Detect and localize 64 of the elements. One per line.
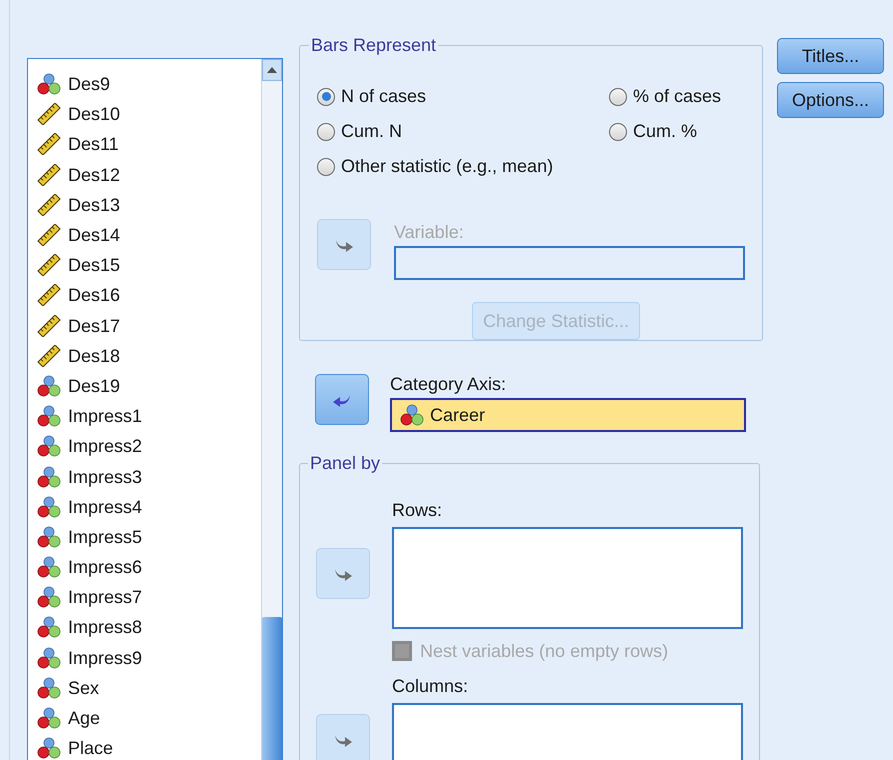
variable-item[interactable]: Impress9 bbox=[37, 642, 261, 673]
variable-field[interactable] bbox=[394, 246, 745, 280]
variable-item[interactable]: Impress2 bbox=[37, 431, 261, 462]
variable-item[interactable]: Des18 bbox=[37, 340, 261, 371]
radio-label: Cum. % bbox=[633, 120, 698, 143]
scrollbar-thumb[interactable] bbox=[262, 617, 282, 760]
variable-item[interactable]: Des10 bbox=[37, 99, 261, 130]
variable-item[interactable]: Des16 bbox=[37, 280, 261, 310]
radio-label: N of cases bbox=[341, 85, 426, 108]
variable-item[interactable]: Impress3 bbox=[37, 461, 261, 492]
scrollbar[interactable] bbox=[261, 59, 282, 760]
variable-item[interactable]: Des15 bbox=[37, 250, 261, 280]
variable-item[interactable]: Sex bbox=[37, 672, 261, 703]
category-axis-field[interactable]: Career bbox=[390, 398, 746, 432]
radio-label: Other statistic (e.g., mean) bbox=[341, 155, 554, 178]
variable-item[interactable]: Place bbox=[37, 733, 261, 760]
rows-field[interactable] bbox=[392, 527, 743, 629]
variable-item[interactable]: Age bbox=[37, 702, 261, 734]
variable-item[interactable]: Des11 bbox=[37, 129, 261, 160]
variable-item[interactable]: Impress8 bbox=[37, 612, 261, 643]
nominal-variable-icon bbox=[37, 586, 61, 608]
nominal-variable-icon bbox=[37, 435, 61, 458]
nominal-variable-icon bbox=[37, 737, 61, 760]
nominal-variable-icon bbox=[37, 676, 61, 699]
variable-item[interactable]: Des19 bbox=[37, 370, 261, 402]
variable-item[interactable]: Des14 bbox=[37, 220, 261, 250]
variable-item[interactable]: Impress4 bbox=[37, 492, 261, 522]
nominal-variable-icon bbox=[37, 707, 61, 730]
variable-item[interactable]: Des12 bbox=[37, 160, 261, 190]
nominal-variable-icon bbox=[37, 496, 61, 518]
nominal-variable-icon bbox=[37, 73, 61, 96]
radio-label: Cum. N bbox=[341, 120, 402, 143]
radio-button[interactable] bbox=[609, 122, 627, 140]
radio-button[interactable] bbox=[317, 88, 335, 106]
dialog-button[interactable]: Options... bbox=[777, 82, 884, 118]
nominal-variable-icon bbox=[37, 405, 61, 428]
move-button[interactable] bbox=[315, 374, 369, 425]
up-arrow-icon bbox=[267, 67, 277, 73]
radio-button[interactable] bbox=[317, 122, 335, 140]
dialog-button[interactable]: Titles... bbox=[777, 38, 884, 74]
variable-item[interactable]: Des9 bbox=[37, 69, 261, 100]
category-axis-label: Category Axis: bbox=[390, 373, 508, 396]
nominal-variable-icon bbox=[37, 374, 61, 397]
nominal-variable-icon bbox=[400, 404, 424, 426]
group-title: Panel by bbox=[309, 452, 382, 475]
radio-label: % of cases bbox=[633, 85, 722, 108]
rows-label: Rows: bbox=[392, 499, 444, 522]
nominal-variable-icon bbox=[37, 556, 61, 578]
nominal-variable-icon bbox=[37, 646, 61, 669]
nominal-variable-icon bbox=[37, 526, 61, 548]
radio-button[interactable] bbox=[609, 88, 627, 106]
group-title: Bars Represent bbox=[310, 34, 438, 57]
variable-item[interactable]: Des13 bbox=[37, 190, 261, 220]
variable-label: Variable: bbox=[394, 221, 465, 244]
variable-item[interactable]: Impress5 bbox=[37, 522, 261, 552]
nominal-variable-icon bbox=[37, 616, 61, 638]
radio-button[interactable] bbox=[317, 158, 335, 176]
variable-item[interactable]: Impress6 bbox=[37, 552, 261, 582]
columns-label: Columns: bbox=[392, 675, 470, 698]
nest-label: Nest variables (no empty rows) bbox=[420, 640, 668, 663]
variable-item[interactable]: Impress7 bbox=[37, 582, 261, 612]
nominal-variable-icon bbox=[37, 466, 61, 488]
variable-item[interactable]: Impress1 bbox=[37, 401, 261, 432]
variable-item[interactable]: Des17 bbox=[37, 310, 261, 341]
